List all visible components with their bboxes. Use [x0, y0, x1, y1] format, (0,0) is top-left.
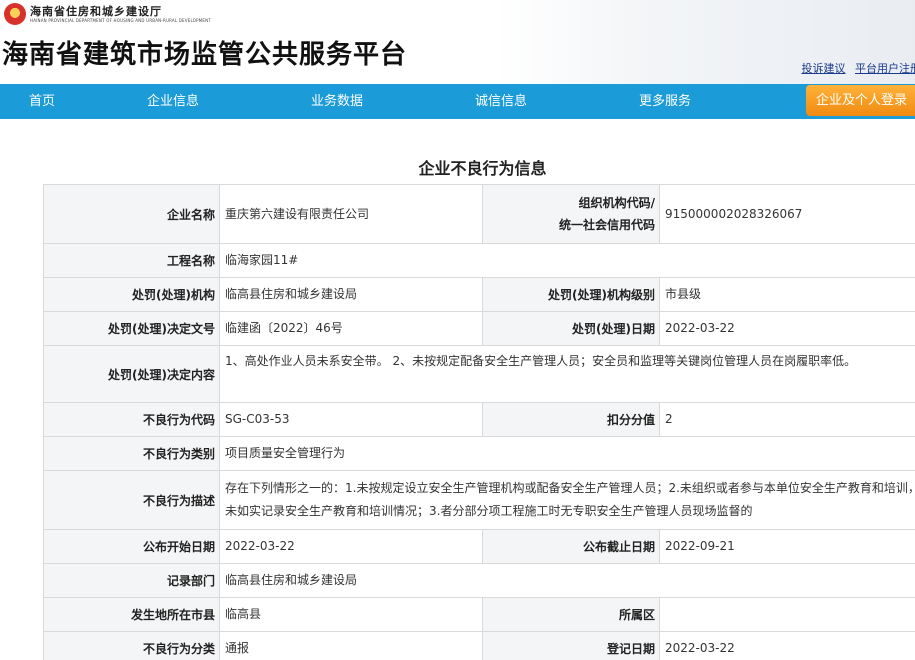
- decision-date-value: 2022-03-22: [659, 311, 915, 346]
- description-label: 不良行为描述: [43, 470, 220, 530]
- org-code-label: 组织机构代码/ 统一社会信用代码: [482, 184, 660, 244]
- company-name-label: 企业名称: [43, 184, 220, 244]
- nav-item-more-services[interactable]: 更多服务: [639, 84, 691, 119]
- publish-start-label: 公布开始日期: [43, 529, 220, 564]
- project-label: 工程名称: [43, 243, 220, 278]
- publish-end-label: 公布截止日期: [482, 529, 660, 564]
- table-row: 处罚(处理)决定文号 临建函〔2022〕46号 处罚(处理)日期 2022-03…: [43, 311, 915, 346]
- table-row: 工程名称 临海家园11#: [43, 243, 915, 278]
- org-code-label-line2: 统一社会信用代码: [558, 218, 655, 232]
- table-row: 不良行为代码 SG-C03-53 扣分分值 2: [43, 402, 915, 437]
- publish-end-value: 2022-09-21: [659, 529, 915, 564]
- table-row: 处罚(处理)机构 临高县住房和城乡建设局 处罚(处理)机构级别 市县级: [43, 277, 915, 312]
- table-row: 不良行为分类 通报 登记日期 2022-03-22: [43, 631, 915, 660]
- table-row: 记录部门 临高县住房和城乡建设局: [43, 563, 915, 598]
- table-row: 不良行为类别 项目质量安全管理行为: [43, 436, 915, 471]
- description-value: 存在下列情形之一的：1.未按规定设立安全生产管理机构或配备安全生产管理人员；2.…: [219, 470, 915, 530]
- behavior-code-label: 不良行为代码: [43, 402, 220, 437]
- department-name: 海南省住房和城乡建设厅: [30, 5, 162, 18]
- user-register-link[interactable]: 平台用户注册: [855, 62, 915, 75]
- project-value: 临海家园11#: [219, 243, 915, 278]
- register-date-value: 2022-03-22: [659, 631, 915, 660]
- page-title: 企业不良行为信息: [418, 159, 547, 178]
- register-date-label: 登记日期: [482, 631, 660, 660]
- site-title: 海南省建筑市场监管公共服务平台: [2, 40, 408, 70]
- category-label: 不良行为类别: [43, 436, 220, 471]
- nav-item-home[interactable]: 首页: [29, 84, 55, 119]
- nav-item-credit[interactable]: 诚信信息: [475, 84, 527, 119]
- classification-value: 通报: [219, 631, 483, 660]
- score-value: 2: [659, 402, 915, 437]
- city-label: 发生地所在市县: [43, 597, 220, 632]
- decision-date-label: 处罚(处理)日期: [482, 311, 660, 346]
- complaint-link[interactable]: 投诉建议: [802, 62, 846, 75]
- record-dept-label: 记录部门: [43, 563, 220, 598]
- decision-no-value: 临建函〔2022〕46号: [219, 311, 483, 346]
- table-row: 企业名称 重庆第六建设有限责任公司 组织机构代码/ 统一社会信用代码 91500…: [43, 184, 915, 244]
- district-value: [659, 597, 915, 632]
- authority-level-value: 市县级: [659, 277, 915, 312]
- classification-label: 不良行为分类: [43, 631, 220, 660]
- decision-content-label: 处罚(处理)决定内容: [43, 345, 220, 403]
- behavior-code-value: SG-C03-53: [219, 402, 483, 437]
- org-code-value: 915000002028326067: [659, 184, 915, 244]
- bad-behavior-table: 企业名称 重庆第六建设有限责任公司 组织机构代码/ 统一社会信用代码 91500…: [43, 184, 915, 660]
- publish-start-value: 2022-03-22: [219, 529, 483, 564]
- org-code-label-line1: 组织机构代码/: [578, 196, 655, 210]
- table-row: 公布开始日期 2022-03-22 公布截止日期 2022-09-21: [43, 529, 915, 564]
- authority-level-label: 处罚(处理)机构级别: [482, 277, 660, 312]
- category-value: 项目质量安全管理行为: [219, 436, 915, 471]
- national-emblem-icon: [4, 3, 26, 25]
- table-row: 发生地所在市县 临高县 所属区: [43, 597, 915, 632]
- top-links: 投诉建议 平台用户注册: [796, 60, 915, 76]
- nav-item-enterprise[interactable]: 企业信息: [147, 84, 199, 119]
- table-row: 处罚(处理)决定内容 1、高处作业人员未系安全带。 2、未按规定配备安全生产管理…: [43, 345, 915, 403]
- table-row: 不良行为描述 存在下列情形之一的：1.未按规定设立安全生产管理机构或配备安全生产…: [43, 470, 915, 530]
- decision-no-label: 处罚(处理)决定文号: [43, 311, 220, 346]
- record-dept-value: 临高县住房和城乡建设局: [219, 563, 915, 598]
- main-nav: 首页 企业信息 业务数据 诚信信息 更多服务: [0, 84, 915, 119]
- score-label: 扣分分值: [482, 402, 660, 437]
- company-name-value: 重庆第六建设有限责任公司: [219, 184, 483, 244]
- authority-value: 临高县住房和城乡建设局: [219, 277, 483, 312]
- nav-item-business-data[interactable]: 业务数据: [311, 84, 363, 119]
- authority-label: 处罚(处理)机构: [43, 277, 220, 312]
- department-name-en: HAINAN PROVINCIAL DEPARTMENT OF HOUSING …: [30, 18, 211, 23]
- site-header: 海南省住房和城乡建设厅 HAINAN PROVINCIAL DEPARTMENT…: [0, 0, 915, 84]
- login-button[interactable]: 企业及个人登录: [806, 85, 915, 116]
- decision-content-value: 1、高处作业人员未系安全带。 2、未按规定配备安全生产管理人员；安全员和监理等关…: [219, 345, 915, 403]
- district-label: 所属区: [482, 597, 660, 632]
- city-value: 临高县: [219, 597, 483, 632]
